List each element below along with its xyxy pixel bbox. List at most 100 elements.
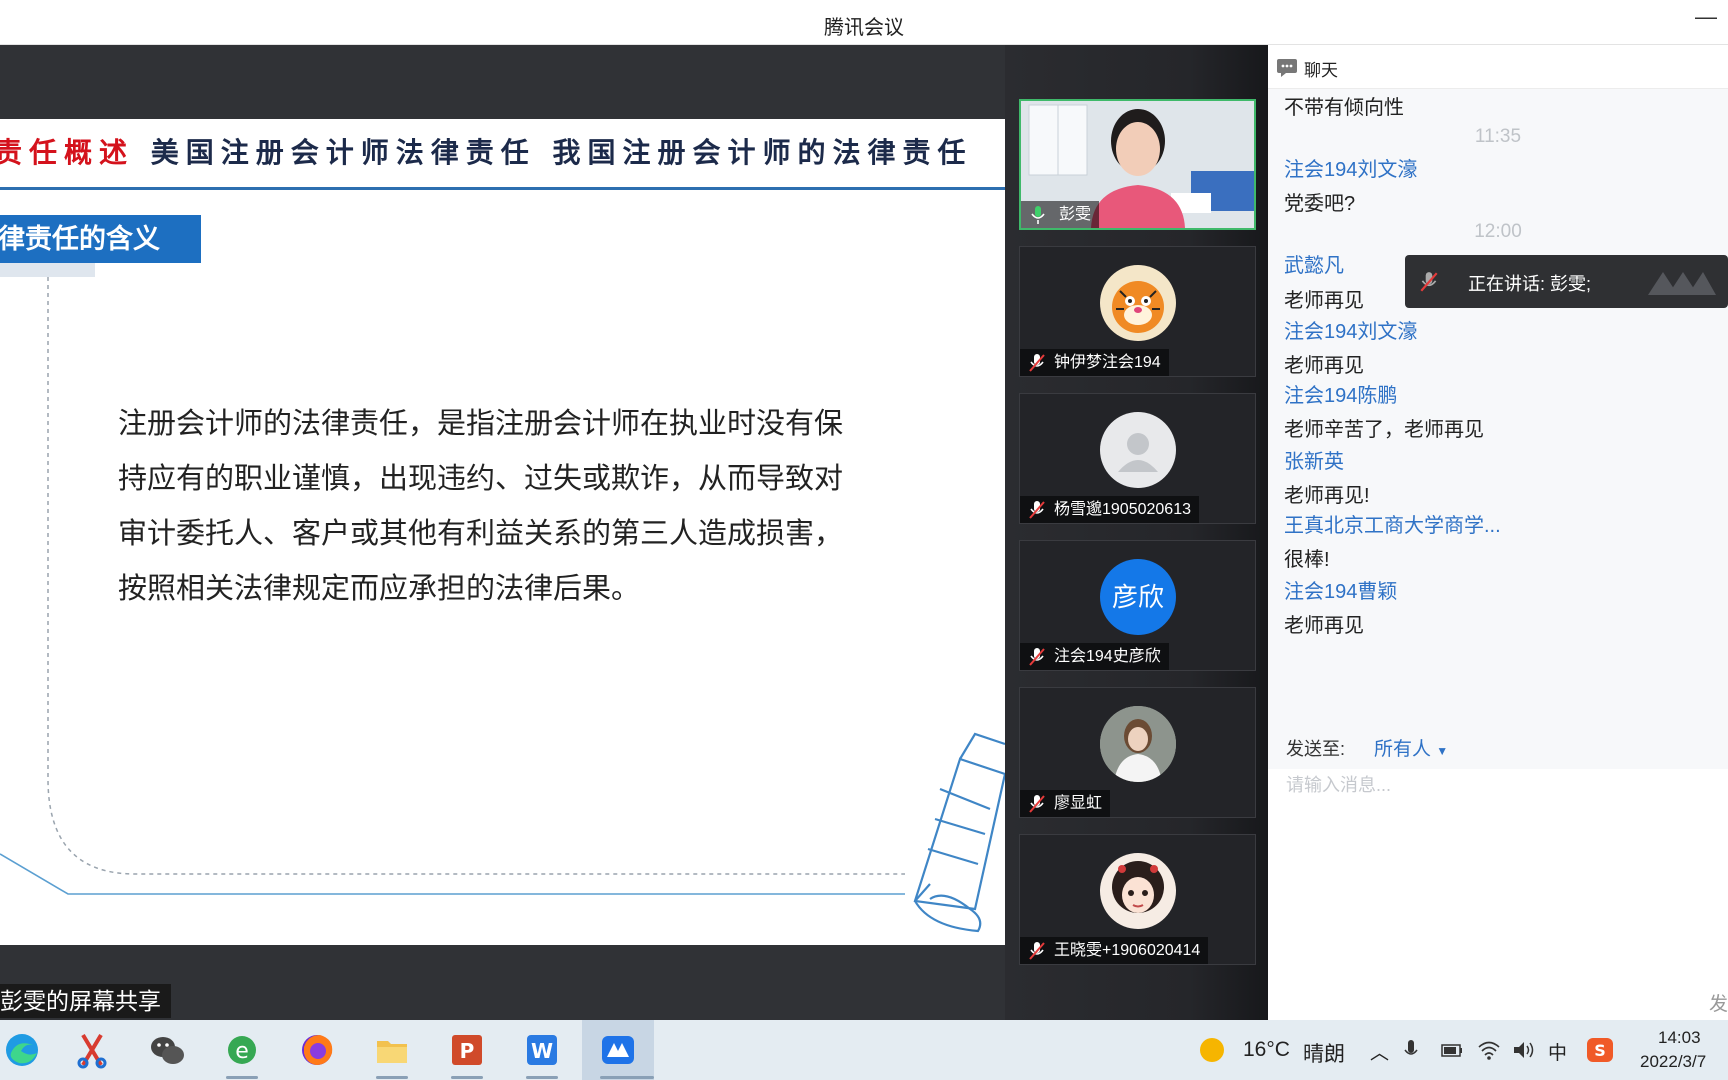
ie-browser-icon[interactable]: e — [220, 1028, 264, 1072]
chat-message-text: 老师再见 — [1284, 355, 1364, 377]
chat-title: 聊天 — [1304, 61, 1338, 80]
mic-muted-icon — [1029, 648, 1045, 666]
snipping-tool-icon[interactable] — [70, 1028, 114, 1072]
clock-time: 14:03 — [1658, 1028, 1701, 1047]
wps-writer-icon[interactable]: W — [520, 1028, 564, 1072]
participant-nametag: 注会194史彦欣 — [1020, 643, 1169, 670]
chat-message-text: 老师再见 — [1284, 290, 1364, 312]
participant-name: 廖显虹 — [1054, 795, 1103, 812]
participant-tile[interactable]: 彦欣 注会194史彦欣 — [1019, 540, 1256, 671]
microphone-icon[interactable] — [1404, 1039, 1418, 1063]
mic-on-icon — [1031, 206, 1045, 224]
participant-name: 杨雪邈1905020613 — [1054, 501, 1191, 518]
avatar — [1100, 853, 1176, 929]
slide-body-line: 按照相关法律规定而应承担的法律后果。 — [118, 573, 641, 605]
cartoon-girl-avatar-icon — [1112, 861, 1164, 913]
avatar — [1100, 265, 1176, 341]
participant-nametag: 杨雪邈1905020613 — [1020, 496, 1199, 523]
participant-tile[interactable]: 王晓雯+1906020414 — [1019, 834, 1256, 965]
svg-text:P: P — [460, 1039, 475, 1063]
edge-icon[interactable] — [0, 1028, 44, 1072]
wifi-icon[interactable] — [1477, 1039, 1501, 1061]
window-titlebar: 腾讯会议 — — [0, 0, 1728, 45]
participant-tile[interactable]: 钟伊梦注会194 — [1019, 246, 1256, 377]
weather-temp[interactable]: 16°C — [1243, 1038, 1290, 1062]
wechat-icon[interactable] — [145, 1028, 189, 1072]
chat-message-sender[interactable]: 王真北京工商大学商学... — [1284, 509, 1501, 538]
participant-tile[interactable]: 杨雪邈1905020613 — [1019, 393, 1256, 524]
participant-name: 钟伊梦注会194 — [1054, 354, 1161, 371]
mic-muted-icon — [1029, 501, 1045, 519]
chat-timestamp: 12:00 — [1474, 221, 1522, 242]
file-explorer-icon[interactable] — [370, 1028, 414, 1072]
mic-muted-icon — [1029, 354, 1045, 372]
mic-muted-icon — [1029, 795, 1045, 813]
participant-name: 注会194史彦欣 — [1054, 648, 1161, 665]
tencent-meeting-icon[interactable] — [596, 1028, 640, 1072]
chat-message-sender[interactable]: 武懿凡 — [1284, 249, 1344, 278]
participant-nametag: 王晓雯+1906020414 — [1020, 937, 1209, 964]
clock-date: 2022/3/7 — [1640, 1052, 1707, 1071]
chat-message-sender[interactable]: 注会194刘文濠 — [1284, 315, 1417, 344]
mic-muted-icon — [1029, 942, 1045, 960]
send-to-label: 发送至: — [1286, 739, 1346, 759]
chat-message-list[interactable]: 不带有倾向性 11:35 注会194刘文濠 党委吧? 12:00 武懿凡 老师再… — [1268, 89, 1728, 769]
chevron-up-icon[interactable]: ︿ — [1370, 1038, 1389, 1065]
chat-header: 聊天 — [1268, 45, 1728, 89]
sun-weather-icon — [1200, 1038, 1224, 1062]
battery-icon[interactable] — [1440, 1041, 1464, 1059]
chevron-down-icon: ▼ — [1436, 744, 1449, 758]
slide-body-text: 注册会计师的法律责任，是指注册会计师在执业时没有保 持应有的职业谨慎，出现违约、… — [118, 397, 910, 617]
chat-message-sender[interactable]: 注会194陈鹏 — [1284, 379, 1397, 408]
minimize-button[interactable]: — — [1692, 4, 1720, 32]
chat-message-sender[interactable]: 张新英 — [1284, 445, 1344, 474]
send-to-value: 所有人 — [1374, 739, 1432, 760]
participant-nametag: 钟伊梦注会194 — [1020, 349, 1169, 376]
system-clock[interactable]: 14:03 2022/3/7 — [1640, 1026, 1728, 1074]
avatar — [1100, 706, 1176, 782]
running-indicator — [451, 1076, 483, 1079]
tiger-avatar-icon — [1112, 281, 1164, 333]
participant-tile[interactable]: 彭雯 — [1019, 99, 1256, 230]
windows-taskbar: e P W 16°C 晴朗 ︿ 中 S 14:03 2022/3/7 — [0, 1020, 1728, 1080]
slide-body-line: 持应有的职业谨慎，出现违约、过失或欺诈，从而导致对 — [118, 463, 844, 495]
participant-nametag: 廖显虹 — [1020, 790, 1111, 817]
slide-body-line: 注册会计师的法律责任，是指注册会计师在执业时没有保 — [118, 408, 844, 440]
participant-tile[interactable]: 廖显虹 — [1019, 687, 1256, 818]
running-indicator — [376, 1076, 408, 1079]
sogou-ime-icon[interactable]: S — [1586, 1037, 1614, 1063]
chat-panel: 聊天 不带有倾向性 11:35 注会194刘文濠 党委吧? 12:00 武懿凡 … — [1268, 45, 1728, 1020]
ime-indicator[interactable]: 中 — [1548, 1038, 1567, 1065]
running-indicator — [600, 1076, 654, 1079]
svg-text:S: S — [1594, 1041, 1606, 1060]
pen-icon — [913, 732, 1005, 933]
send-button[interactable]: 发 — [1709, 989, 1728, 1016]
participant-name: 彭雯 — [1059, 206, 1092, 223]
participant-video-list[interactable]: 彭雯 钟伊梦注会194 杨雪邈1905020613 彦欣 注会194史彦欣 廖显… — [1005, 45, 1268, 1020]
speaking-indicator: 正在讲话: 彭雯; — [1405, 255, 1728, 308]
svg-text:e: e — [235, 1039, 249, 1064]
running-indicator — [226, 1076, 258, 1079]
chat-message-sender[interactable]: 注会194刘文濠 — [1284, 153, 1417, 182]
avatar: 彦欣 — [1100, 559, 1176, 635]
slide-body-line: 审计委托人、客户或其他有利益关系的第三人造成损害， — [118, 518, 844, 550]
participant-nametag: 彭雯 — [1021, 201, 1100, 228]
speaking-avatar-blur — [1648, 272, 1716, 295]
mic-muted-icon — [1420, 272, 1438, 292]
send-to-dropdown[interactable]: 所有人 ▼ — [1374, 734, 1448, 761]
chat-message-text: 很棒! — [1284, 549, 1330, 571]
weather-text[interactable]: 晴朗 — [1303, 1038, 1345, 1068]
speaking-label: 正在讲话: 彭雯; — [1468, 274, 1592, 294]
chat-message-text: 老师辛苦了，老师再见 — [1284, 419, 1484, 441]
volume-icon[interactable] — [1512, 1040, 1536, 1060]
chat-icon — [1277, 59, 1297, 77]
chat-message-sender[interactable]: 注会194曹颖 — [1284, 575, 1397, 604]
chat-message-text: 党委吧? — [1284, 193, 1356, 215]
chat-input[interactable]: 请输入消息... — [1286, 771, 1391, 797]
participant-name: 王晓雯+1906020414 — [1054, 942, 1201, 959]
window-title: 腾讯会议 — [824, 17, 904, 39]
firefox-icon[interactable] — [295, 1028, 339, 1072]
svg-text:W: W — [531, 1039, 553, 1063]
powerpoint-icon[interactable]: P — [445, 1028, 489, 1072]
screen-share-label: 彭雯的屏幕共享 — [0, 984, 171, 1018]
